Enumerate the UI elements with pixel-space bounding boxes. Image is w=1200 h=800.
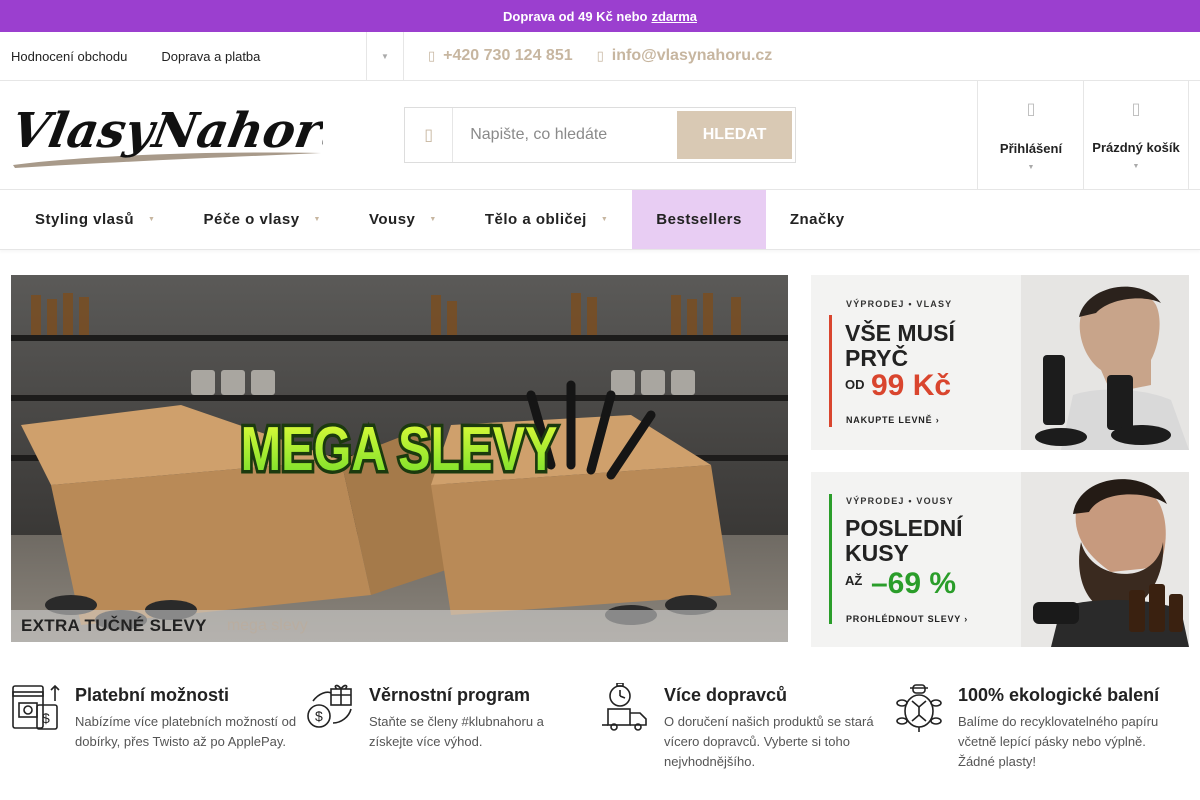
cart-label: Prázdný košík <box>1092 140 1180 155</box>
nav-item-hair-care[interactable]: Péče o vlasy ▼ <box>179 190 345 249</box>
chevron-down-icon: ▼ <box>148 216 156 223</box>
feature-payment: $ Platební možnosti Nabízíme více plateb… <box>11 683 301 783</box>
shipping-payment-link[interactable]: Doprava a platba <box>161 49 260 64</box>
feature-title: Věrnostní program <box>369 685 531 705</box>
phone-contact[interactable]: ▯ +420 730 124 851 <box>428 47 573 65</box>
svg-text:$: $ <box>315 708 323 724</box>
promo-tag: VÝPRODEJ • VOUSY <box>846 495 954 506</box>
promo-price: –69 % <box>871 567 956 600</box>
main-nav: Styling vlasů ▼ Péče o vlasy ▼ Vousy ▼ Tělo… <box>0 190 1200 250</box>
promo-title-line2: PRYČ <box>845 344 908 371</box>
email-address: info@vlasynahoru.cz <box>611 47 773 64</box>
nav-label: Péče o vlasy <box>203 211 300 228</box>
turtle-icon <box>896 684 942 732</box>
promo-price-prefix: OD <box>845 377 865 392</box>
nav-label: Bestsellers <box>656 211 742 228</box>
hero-caption: EXTRA TUČNÉ SLEVY mega slevy <box>11 610 788 642</box>
search-input[interactable] <box>453 126 678 144</box>
promo-accent-bar <box>829 494 832 624</box>
chevron-down-icon: ▼ <box>1132 163 1140 170</box>
svg-text:VlasyNahoru: VlasyNahoru <box>11 103 323 159</box>
feature-text: O doručení našich produktů se stará více… <box>664 714 874 769</box>
hero-caption-title: EXTRA TUČNÉ SLEVY <box>21 616 207 635</box>
promo-price-prefix: AŽ <box>845 573 862 588</box>
promo-tag: VÝPRODEJ • VLASY <box>846 298 952 309</box>
logo-wordmark: VlasyNahoru <box>11 103 323 159</box>
search-bar: ▯ HLEDAT <box>404 107 796 163</box>
chevron-down-icon: ▼ <box>381 51 389 61</box>
chevron-down-icon: ▼ <box>600 216 609 223</box>
promo-title-line1: VŠE MUSÍ <box>845 319 956 346</box>
promo-banner-beard[interactable]: VÝPRODEJ • VOUSY POSLEDNÍ KUSY AŽ –69 % … <box>811 472 1189 647</box>
feature-delivery: Více dopravců O doručení našich produktů… <box>600 683 890 783</box>
search-button[interactable]: HLEDAT <box>677 111 792 159</box>
chevron-down-icon: ▼ <box>429 216 437 223</box>
promo-banner-beard-image: VÝPRODEJ • VOUSY POSLEDNÍ KUSY AŽ –69 % … <box>811 472 1189 647</box>
promo-price: 99 Kč <box>871 369 951 402</box>
store-rating-link[interactable]: Hodnocení obchodu <box>11 49 127 64</box>
user-icon: ▯ <box>1026 101 1036 118</box>
announcement-text: Doprava od 49 Kč nebo <box>502 8 648 24</box>
loyalty-icon: $ <box>307 684 352 728</box>
promo-banner-hair[interactable]: VÝPRODEJ • VLASY VŠE MUSÍ PRYČ OD 99 Kč … <box>811 275 1189 450</box>
utility-links: Hodnocení obchodu Doprava a platba <box>0 32 367 80</box>
hero-headline: MEGA SLEVY <box>241 414 558 483</box>
login-button[interactable]: ▯ Přihlášení ▼ <box>977 81 1084 189</box>
feature-title: Platební možnosti <box>75 685 230 705</box>
nav-item-body-face[interactable]: Tělo a obličej ▼ <box>461 190 632 249</box>
promo-cta: PROHLÉDNOUT SLEVY › <box>846 614 968 624</box>
nav-item-brands[interactable]: Značky <box>766 190 869 249</box>
nav-item-beards[interactable]: Vousy ▼ <box>345 190 461 249</box>
site-header: VlasyNahoru ▯ HLEDAT ▯ Přihlášení ▼ ▯ Pr… <box>0 81 1200 190</box>
promo-cta: NAKUPTE LEVNĚ › <box>846 414 940 425</box>
announcement-bar: Doprava od 49 Kč nebo zdarma <box>0 0 1200 32</box>
nav-item-bestsellers[interactable]: Bestsellers <box>632 190 766 249</box>
utility-bar: Hodnocení obchodu Doprava a platba ▼ ▯ +… <box>0 32 1200 81</box>
feature-eco-packaging: 100% ekologické balení Balíme do recyklo… <box>894 683 1184 783</box>
feature-loyalty: $ Věrnostní program Staňte se členy #klu… <box>305 683 595 783</box>
cart-button[interactable]: ▯ Prázdný košík ▼ <box>1083 81 1189 189</box>
feature-text: Nabízíme více platebních možností od dob… <box>75 714 297 749</box>
email-contact[interactable]: ▯ info@vlasynahoru.cz <box>597 47 773 65</box>
promo-accent-bar <box>829 315 832 427</box>
email-icon: ▯ <box>596 48 604 63</box>
feature-text: Staňte se členy #klubnahoru a získejte v… <box>369 714 544 749</box>
free-shipping-link[interactable]: zdarma <box>651 9 697 24</box>
nav-item-styling[interactable]: Styling vlasů ▼ <box>0 190 179 249</box>
nav-label: Tělo a obličej <box>484 211 587 228</box>
nav-label: Vousy <box>368 211 416 228</box>
hero-slider[interactable]: MEGA SLEVY MEGA SLEVY EXTRA TUČNÉ SLEVY … <box>11 275 788 642</box>
promo-title-line1: POSLEDNÍ <box>845 514 963 541</box>
feature-title: 100% ekologické balení <box>958 685 1160 705</box>
hero-image: MEGA SLEVY MEGA SLEVY <box>11 275 788 642</box>
feature-title: Více dopravců <box>664 685 788 705</box>
svg-text:$: $ <box>42 710 50 726</box>
promo-title-line2: KUSY <box>845 540 909 566</box>
site-logo[interactable]: VlasyNahoru <box>11 103 323 169</box>
phone-number: +420 730 124 851 <box>443 47 573 64</box>
cart-icon: ▯ <box>1131 101 1141 118</box>
chevron-down-icon: ▼ <box>313 216 321 223</box>
delivery-icon <box>602 683 647 731</box>
search-icon: ▯ <box>405 108 454 162</box>
nav-label: Značky <box>789 211 845 228</box>
nav-label: Styling vlasů <box>35 211 135 228</box>
promo-banner-hair-image: VÝPRODEJ • VLASY VŠE MUSÍ PRYČ OD 99 Kč … <box>811 275 1189 450</box>
payment-icon: $ <box>12 684 60 730</box>
hero-caption-subtitle: mega slevy <box>226 617 308 634</box>
chevron-down-icon: ▼ <box>1027 164 1035 171</box>
phone-icon: ▯ <box>428 48 436 63</box>
feature-text: Balíme do recyklovatelného papíru včetně… <box>958 714 1159 769</box>
login-label: Přihlášení <box>999 141 1063 156</box>
more-links-toggle[interactable]: ▼ <box>367 32 404 80</box>
